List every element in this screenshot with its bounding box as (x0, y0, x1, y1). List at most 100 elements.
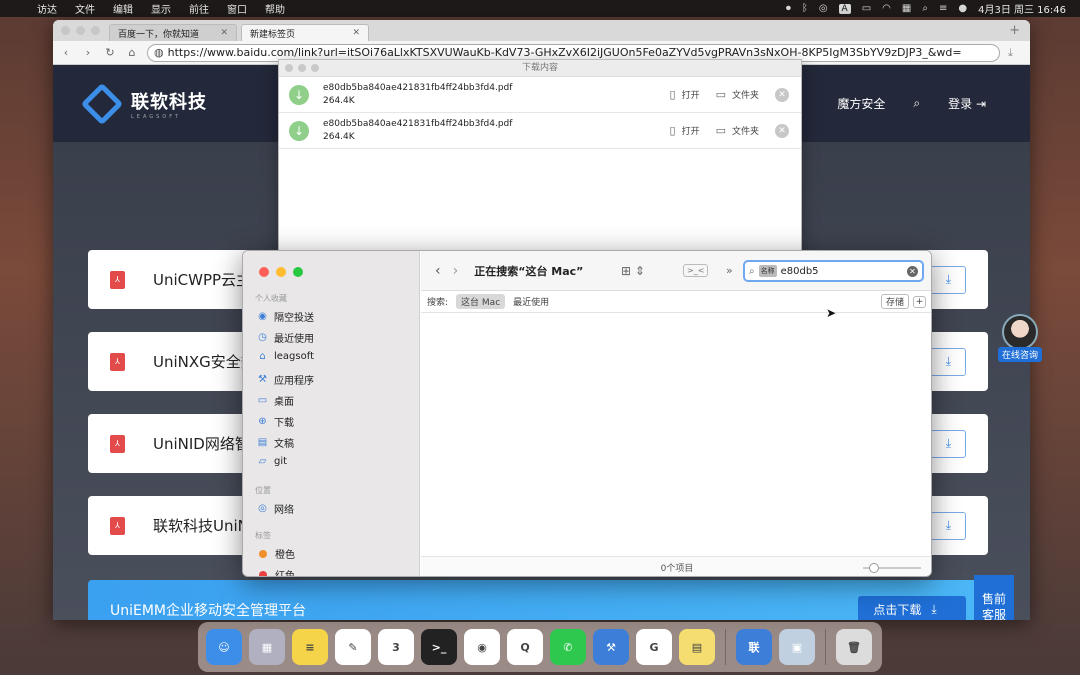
back-icon[interactable]: ‹ (59, 46, 73, 59)
menu-go[interactable]: 前往 (180, 1, 218, 16)
sidebar-item-label: 最近使用 (274, 334, 314, 345)
dock-wechat-icon[interactable]: ✆ (550, 629, 586, 665)
dock-notes-icon[interactable]: ≡ (292, 629, 328, 665)
dock-terminal-icon[interactable]: >_ (421, 629, 457, 665)
menu-edit[interactable]: 编辑 (104, 1, 142, 16)
minimize-button[interactable] (298, 64, 306, 72)
search-icon[interactable]: ⌕ (922, 3, 928, 14)
new-tab-button[interactable]: + (1009, 23, 1020, 38)
home-icon[interactable]: ⌂ (125, 46, 139, 59)
sidebar-tag-orange[interactable]: 橙色 (257, 546, 295, 561)
clock[interactable]: 4月3日 周三 16:46 (978, 1, 1066, 16)
forward-icon[interactable]: › (81, 46, 95, 59)
sidebar-item-label: 红色 (275, 571, 295, 577)
dock-freeform-icon[interactable]: ✎ (335, 629, 371, 665)
show-in-folder-button[interactable]: ▭ 文件夹 (716, 88, 759, 101)
online-consult[interactable]: 在线咨询 (998, 314, 1042, 362)
more-icon[interactable]: » (726, 264, 733, 277)
clear-search-icon[interactable]: ✕ (907, 265, 918, 277)
bluetooth-icon[interactable]: ᛒ (802, 3, 808, 14)
sidebar-item[interactable]: ⊕ 下载 (257, 414, 294, 429)
download-icon[interactable]: ⤓ (1008, 46, 1024, 60)
presales-service-button[interactable]: 售前 客服 (974, 575, 1014, 620)
nav-security[interactable]: 魔方安全 (837, 95, 885, 112)
scope-recent[interactable]: 最近使用 (513, 295, 549, 308)
search-icon[interactable]: ⌕ (913, 96, 920, 111)
featured-product-card[interactable]: UniEMM企业移动安全管理平台 点击下载 ⤓ (88, 580, 988, 620)
tab-baidu[interactable]: 百度一下，你就知道 ✕ (109, 24, 237, 41)
sidebar-item[interactable]: ◷ 最近使用 (257, 330, 314, 345)
sidebar-item-network[interactable]: ◎ 网络 (257, 501, 294, 516)
download-button[interactable]: 点击下载 ⤓ (858, 595, 966, 620)
minimize-button[interactable] (76, 26, 85, 35)
close-icon[interactable]: ✕ (352, 28, 360, 38)
reload-icon[interactable]: ↻ (103, 46, 117, 59)
zoom-button[interactable] (91, 26, 100, 35)
login-link[interactable]: 登录 ⇥ (948, 95, 986, 112)
menu-view[interactable]: 显示 (142, 1, 180, 16)
download-item[interactable]: ↓ e80db5ba840ae421831fb4ff24bb3fd4.pdf 2… (279, 77, 801, 113)
search-token[interactable]: 名称 (758, 265, 777, 277)
tab-new[interactable]: 新建标签页 ✕ (241, 24, 369, 41)
dock-calendar-icon[interactable]: 3 (378, 629, 414, 665)
download-label: 点击下载 (873, 603, 922, 617)
scope-this-mac[interactable]: 这台 Mac (456, 294, 506, 309)
dock-finder-icon[interactable]: ☺ (206, 629, 242, 665)
keyboard-icon[interactable]: ▦ (902, 3, 911, 14)
sidebar-item[interactable]: ▱ git (257, 456, 287, 467)
back-icon[interactable]: ‹ (435, 263, 441, 279)
menu-window[interactable]: 窗口 (218, 1, 256, 16)
download-item[interactable]: ↓ e80db5ba840ae421831fb4ff24bb3fd4.pdf 2… (279, 113, 801, 149)
siri-icon[interactable]: ● (958, 3, 967, 14)
dock-chrome-icon[interactable]: ◉ (464, 629, 500, 665)
open-button[interactable]: ▯ 打开 (670, 88, 700, 101)
sidebar-item[interactable]: ◉ 隔空投送 (257, 309, 314, 324)
sidebar-item[interactable]: ⌂ leagsoft (257, 351, 314, 362)
save-search-button[interactable]: 存储 (880, 294, 909, 309)
slider-knob[interactable] (869, 562, 879, 573)
zoom-button[interactable] (293, 267, 303, 277)
sidebar-tag-red[interactable]: 红色 (257, 567, 295, 577)
forward-icon[interactable]: › (453, 263, 459, 279)
site-logo[interactable]: 联软科技 LEAGSOFT (80, 82, 207, 125)
dock-app-g-icon[interactable]: G (636, 629, 672, 665)
download-arrow-icon: ↓ (289, 120, 309, 141)
control-center-icon[interactable]: ≡ (939, 3, 947, 14)
dock-xcode-icon[interactable]: ⚒ (593, 629, 629, 665)
remove-icon[interactable]: ✕ (775, 123, 789, 138)
input-badge[interactable]: A (838, 3, 851, 14)
folder-label: 文件夹 (731, 91, 759, 101)
dock-launchpad-icon[interactable]: ▦ (249, 629, 285, 665)
record-icon[interactable]: ⏺ (786, 3, 791, 14)
terminal-icon[interactable]: >_< (683, 264, 709, 277)
close-icon[interactable]: ✕ (220, 28, 228, 38)
menu-help[interactable]: 帮助 (256, 1, 294, 16)
open-button[interactable]: ▯ 打开 (670, 124, 700, 137)
menu-file[interactable]: 文件 (66, 1, 104, 16)
menu-finder[interactable]: 访达 (28, 1, 66, 16)
dock-preview-icon[interactable]: ▣ (779, 629, 815, 665)
minimize-button[interactable] (276, 267, 286, 277)
dock-quicktime-icon[interactable]: Q (507, 629, 543, 665)
icon-size-slider[interactable] (863, 562, 921, 573)
dock-trash-icon[interactable]: 🗑 (836, 629, 872, 665)
airplay-icon[interactable]: ◎ (819, 3, 828, 14)
file-name: e80db5ba840ae421831fb4ff24bb3fd4.pdf (323, 119, 513, 129)
close-button[interactable] (285, 64, 293, 72)
search-field[interactable]: ⌕ 名称 e80db5 ✕ (743, 260, 924, 282)
zoom-button[interactable] (311, 64, 319, 72)
sidebar-item[interactable]: ⚒ 应用程序 (257, 372, 314, 387)
dock-stickies-icon[interactable]: ▤ (679, 629, 715, 665)
sidebar-item[interactable]: ▤ 文稿 (257, 435, 294, 450)
sidebar-item[interactable]: ▭ 桌面 (257, 393, 294, 408)
folder-icon: ▭ (715, 124, 726, 137)
dock-leagsoft-icon[interactable]: 联 (736, 629, 772, 665)
battery-icon[interactable]: ▭ (862, 3, 871, 14)
add-criteria-button[interactable]: + (913, 295, 926, 308)
show-in-folder-button[interactable]: ▭ 文件夹 (716, 124, 759, 137)
remove-icon[interactable]: ✕ (775, 87, 789, 102)
grid-view-icon[interactable]: ⊞ ⇕ (621, 264, 645, 278)
close-button[interactable] (61, 26, 70, 35)
wifi-icon[interactable]: ◠ (882, 3, 891, 14)
close-button[interactable] (259, 267, 269, 277)
